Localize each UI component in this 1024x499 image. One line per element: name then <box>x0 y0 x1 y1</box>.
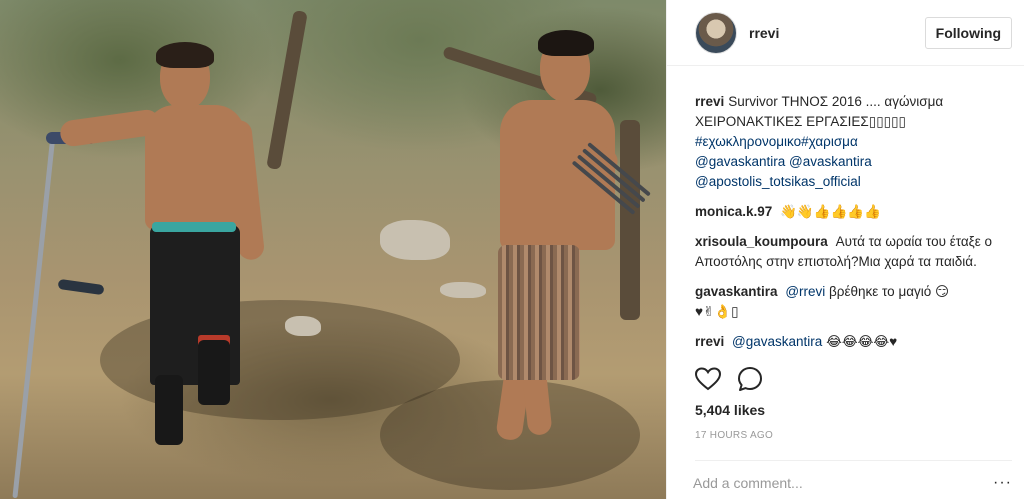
post-author-username[interactable]: rrevi <box>749 25 925 41</box>
comment-username[interactable]: monica.k.97 <box>695 204 772 219</box>
more-options-icon[interactable]: ··· <box>993 474 1012 492</box>
comment-username[interactable]: xrisoula_koumpoura <box>695 234 828 249</box>
heart-icon[interactable] <box>695 366 721 392</box>
comment-username[interactable]: rrevi <box>695 94 724 109</box>
post-header: rrevi Following <box>667 0 1024 66</box>
scythe-handle <box>57 278 105 296</box>
mention-link[interactable]: @gavaskantira @avaskantira <box>695 152 1013 172</box>
comment-text: 👋👋👍👍👍👍 <box>780 204 881 219</box>
comment-item: gavaskantira @rrevi βρέθηκε το μαγιό 😏 ♥… <box>695 282 1013 322</box>
person-left-hair <box>156 42 214 68</box>
comment-item: rrevi @gavaskantira 😂😂😂😂♥ <box>695 332 1013 352</box>
mention-link[interactable]: @apostolis_totsikas_official <box>695 172 1013 192</box>
comment-username[interactable]: rrevi <box>695 334 724 349</box>
post-actions <box>695 366 763 392</box>
comment-list: rrevi Survivor ΤΗΝΟΣ 2016 .... αγώνισμα Χ… <box>695 92 1013 354</box>
hashtag-link[interactable]: #εχωκληρονομικο#χαρισμα <box>695 132 1013 152</box>
add-comment-input[interactable] <box>693 472 993 494</box>
comment-text: βρέθηκε το μαγιό 😏 <box>829 284 950 299</box>
rock <box>285 316 321 336</box>
mention-link[interactable]: @gavaskantira <box>732 334 822 349</box>
scythe-rod <box>12 139 55 499</box>
post-photo[interactable] <box>0 0 666 499</box>
divider <box>695 460 1012 461</box>
person-right-shorts <box>498 245 580 380</box>
caption-comment: rrevi Survivor ΤΗΝΟΣ 2016 .... αγώνισμα Χ… <box>695 92 1013 192</box>
comment-username[interactable]: gavaskantira <box>695 284 778 299</box>
likes-count[interactable]: 5,404 likes <box>695 402 765 418</box>
person-left-torso <box>145 105 245 230</box>
caption-line: Survivor ΤΗΝΟΣ 2016 .... αγώνισμα <box>728 94 944 109</box>
person-left-waistband <box>152 222 236 232</box>
rock <box>380 220 450 260</box>
comment-item: monica.k.97 👋👋👍👍👍👍 <box>695 202 1013 222</box>
caption-line: ΧΕΙΡΟΝΑΚΤΙΚΕΣ ΕΡΓΑΣΙΕΣ▯▯▯▯▯ <box>695 114 906 129</box>
person-left-boot <box>155 375 183 445</box>
comment-bubble-icon[interactable] <box>737 366 763 392</box>
mention-link[interactable]: @rrevi <box>785 284 825 299</box>
comment-text: 😂😂😂😂♥ <box>826 334 898 349</box>
person-right-hair <box>538 30 594 56</box>
post-timestamp[interactable]: 17 HOURS AGO <box>695 430 773 441</box>
post-side-panel: rrevi Following rrevi Survivor ΤΗΝΟΣ 2016… <box>666 0 1024 499</box>
tree-trunk <box>266 9 308 171</box>
comment-item: xrisoula_koumpoura Αυτά τα ωραία του έτα… <box>695 232 1013 272</box>
comment-text: ♥✌👌▯ <box>695 304 739 319</box>
avatar[interactable] <box>695 11 737 54</box>
rock <box>440 282 486 298</box>
following-button[interactable]: Following <box>924 16 1012 49</box>
tree-trunk <box>620 120 640 320</box>
person-left-boot <box>198 340 230 405</box>
